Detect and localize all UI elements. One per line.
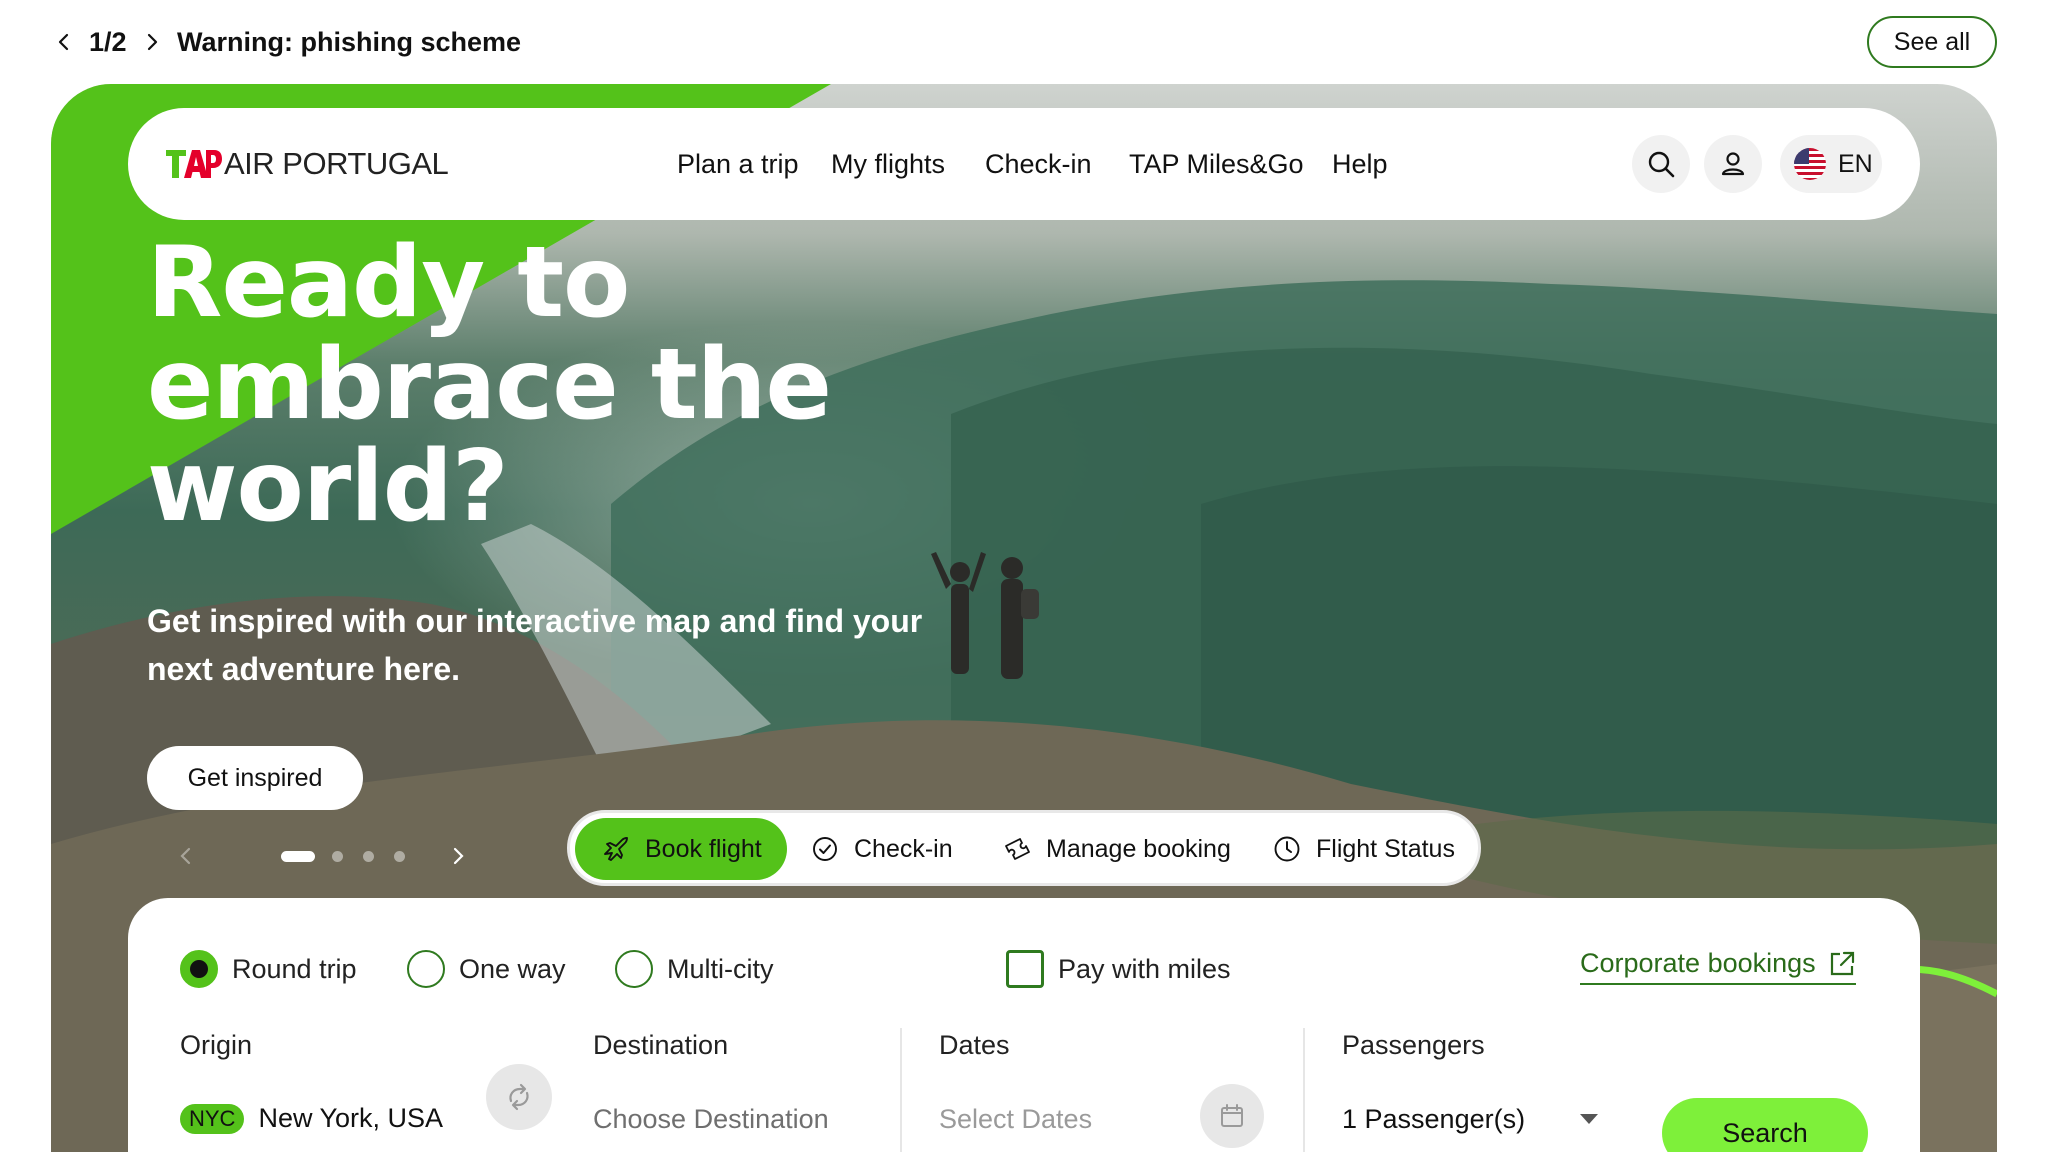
tab-flight-status[interactable]: Flight Status <box>1272 818 1472 880</box>
carousel-dot-active[interactable] <box>281 851 315 862</box>
calendar-button[interactable] <box>1200 1084 1264 1148</box>
logo-text: AIR PORTUGAL <box>224 146 449 181</box>
passengers-label: Passengers <box>1342 1030 1485 1060</box>
corporate-bookings-link[interactable]: Corporate bookings <box>1580 948 1856 985</box>
dates-label: Dates <box>939 1030 1010 1060</box>
see-all-button[interactable]: See all <box>1867 16 1997 68</box>
radio-circle <box>615 950 653 988</box>
us-flag-icon <box>1794 148 1826 180</box>
origin-field[interactable]: NYC New York, USA <box>180 1103 443 1134</box>
ticket-icon <box>1005 838 1030 860</box>
main-header: AIR PORTUGAL Plan a trip My flights Chec… <box>128 108 1920 220</box>
radio-circle <box>407 950 445 988</box>
corporate-bookings-label: Corporate bookings <box>1580 948 1816 978</box>
notice-next-button[interactable] <box>136 24 168 60</box>
tab-manage-booking[interactable]: Manage booking <box>1002 818 1242 880</box>
radio-round-trip[interactable]: Round trip <box>180 950 357 988</box>
chevron-right-icon <box>453 847 464 865</box>
clock-icon <box>1274 836 1300 862</box>
booking-panel: Round trip One way Multi-city Pay with m… <box>128 898 1920 1152</box>
radio-multi-city[interactable]: Multi-city <box>615 950 774 988</box>
notice-prev-button[interactable] <box>48 24 80 60</box>
calendar-icon <box>1221 1104 1243 1127</box>
carousel-next-button[interactable] <box>443 840 473 872</box>
radio-label: Multi-city <box>667 953 774 984</box>
field-divider <box>900 1028 902 1152</box>
destination-input[interactable]: Choose Destination <box>593 1104 829 1135</box>
origin-value: New York, USA <box>258 1103 444 1133</box>
carousel-controls <box>171 836 471 876</box>
hero-headline-line: embrace the <box>147 328 832 442</box>
search-button[interactable] <box>1632 135 1690 193</box>
chevron-left-icon <box>58 33 69 51</box>
language-selector[interactable]: EN <box>1780 135 1882 193</box>
field-divider <box>1303 1028 1305 1152</box>
external-link-icon <box>1830 951 1854 975</box>
hero-subtitle: Get inspired with our interactive map an… <box>147 597 987 693</box>
passengers-select[interactable]: 1 Passenger(s) <box>1342 1104 1525 1135</box>
notice-title[interactable]: Warning: phishing scheme <box>177 24 521 60</box>
chevron-right-icon <box>147 33 158 51</box>
checkbox-box <box>1006 950 1044 988</box>
user-icon <box>1721 152 1745 176</box>
notice-bar: 1/2 Warning: phishing scheme See all <box>0 0 2048 84</box>
tab-book-flight[interactable]: Book flight <box>575 818 787 880</box>
booking-tabs: Book flight Check-in Manage booking Flig… <box>567 810 1481 886</box>
tab-label: Check-in <box>854 834 953 863</box>
nav-my-flights[interactable]: My flights <box>831 144 945 184</box>
pay-with-miles-checkbox[interactable]: Pay with miles <box>1006 950 1231 988</box>
radio-label: Round trip <box>232 953 357 984</box>
tab-label: Book flight <box>645 834 762 863</box>
dates-input[interactable]: Select Dates <box>939 1104 1092 1135</box>
tap-logo-mark-icon <box>166 150 222 178</box>
tab-label: Manage booking <box>1046 834 1231 863</box>
origin-label: Origin <box>180 1030 253 1060</box>
account-button[interactable] <box>1704 135 1762 193</box>
hero-headline-line: world? <box>147 430 509 544</box>
radio-dot <box>190 960 208 978</box>
checkbox-label: Pay with miles <box>1058 953 1231 984</box>
carousel-dot[interactable] <box>394 851 405 862</box>
carousel-dot[interactable] <box>363 851 374 862</box>
search-flights-button[interactable]: Search <box>1662 1098 1868 1152</box>
hero-subtitle-line: Get inspired with our interactive map an… <box>147 603 923 639</box>
hero-headline-line: Ready to <box>147 226 630 340</box>
origin-code-badge: NYC <box>180 1103 245 1134</box>
swap-button[interactable] <box>486 1064 552 1130</box>
tab-check-in[interactable]: Check-in <box>810 818 990 880</box>
carousel-prev-button[interactable] <box>171 840 201 872</box>
nav-plan-a-trip[interactable]: Plan a trip <box>677 144 799 184</box>
hero-headline: Ready to embrace the world? <box>147 232 847 538</box>
chevron-left-icon <box>180 847 191 865</box>
carousel-dot[interactable] <box>332 851 343 862</box>
nav-help[interactable]: Help <box>1332 144 1388 184</box>
radio-label: One way <box>459 953 566 984</box>
nav-tap-miles-go[interactable]: TAP Miles&Go <box>1129 144 1304 184</box>
plane-icon <box>604 837 628 861</box>
language-code: EN <box>1838 149 1873 178</box>
radio-circle <box>180 950 218 988</box>
search-icon <box>1648 151 1675 178</box>
nav-check-in[interactable]: Check-in <box>985 144 1092 184</box>
get-inspired-button[interactable]: Get inspired <box>147 746 363 810</box>
hero-subtitle-line: next adventure here. <box>147 651 460 687</box>
notice-counter: 1/2 <box>89 27 127 57</box>
tap-logo[interactable]: AIR PORTUGAL <box>164 144 449 184</box>
swap-arrows-icon <box>509 1083 529 1111</box>
tab-label: Flight Status <box>1316 834 1455 863</box>
destination-label: Destination <box>593 1030 729 1060</box>
check-circle-icon <box>813 837 837 861</box>
caret-down-icon[interactable] <box>1580 1114 1598 1124</box>
radio-one-way[interactable]: One way <box>407 950 566 988</box>
